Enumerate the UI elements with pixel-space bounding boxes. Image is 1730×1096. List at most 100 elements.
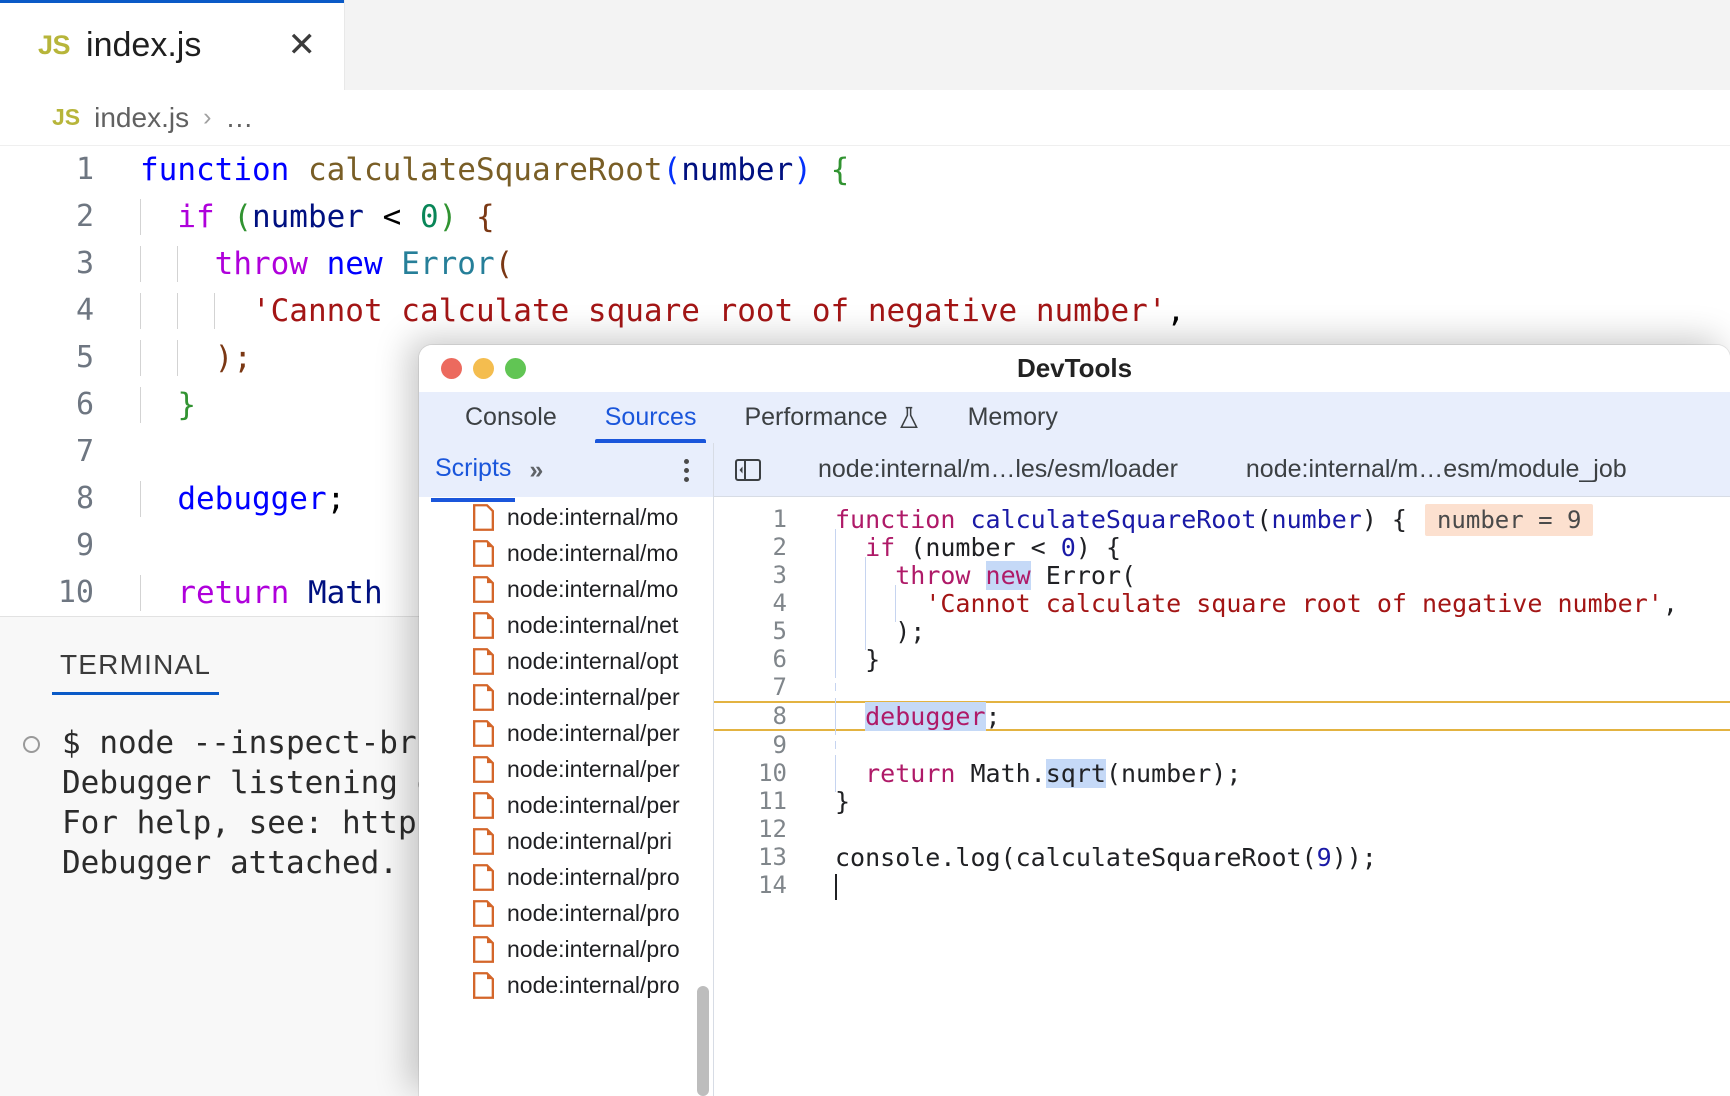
window-title: DevTools xyxy=(1016,353,1133,383)
navigator-pane: Scripts » node:internal/mo node:internal… xyxy=(419,443,714,1096)
source-tab-loader[interactable]: node:internal/m…les/esm/loader xyxy=(784,455,1212,484)
line-content: } xyxy=(128,386,196,423)
line-number: 10 xyxy=(758,759,787,787)
tab-terminal[interactable]: TERMINAL xyxy=(52,649,220,695)
devtools-titlebar[interactable]: DevTools xyxy=(419,345,1730,392)
chevron-double-right-icon[interactable]: » xyxy=(529,456,543,485)
code-line: 4 'Cannot calculate square root of negat… xyxy=(714,584,1730,622)
maximize-window-icon[interactable] xyxy=(505,358,526,379)
line-content: ); xyxy=(809,612,925,650)
line-number: 5 xyxy=(772,617,787,645)
code-line: 9 xyxy=(714,731,1730,759)
file-icon xyxy=(473,611,494,639)
line-number: 6 xyxy=(772,645,787,673)
file-icon xyxy=(473,719,494,747)
code-line: 7 xyxy=(714,673,1730,701)
list-item[interactable]: node:internal/pri xyxy=(419,823,713,859)
line-number: 4 xyxy=(772,589,787,617)
scrollbar-thumb[interactable] xyxy=(697,986,709,1096)
screen-root: JS index.js ✕ JS index.js › … 1 function … xyxy=(0,0,1730,1096)
file-icon xyxy=(473,503,494,531)
code-line: 2 if (number < 0) { xyxy=(714,528,1730,566)
file-icon xyxy=(473,575,494,603)
editor-tab-label: index.js xyxy=(86,25,202,64)
tab-sources[interactable]: Sources xyxy=(581,392,721,443)
line-number: 8 xyxy=(772,702,787,730)
line-number: 9 xyxy=(772,731,787,759)
devtools-tab-bar: Console Sources Performance Memory xyxy=(419,392,1730,443)
code-line: 14 xyxy=(714,871,1730,900)
paused-code-line: 8 debugger; xyxy=(714,697,1730,735)
devtools-body: Scripts » node:internal/mo node:internal… xyxy=(419,443,1730,1096)
code-line: 1 function calculateSquareRoot(number) {n… xyxy=(714,503,1730,536)
inline-value-badge: number = 9 xyxy=(1424,503,1594,536)
list-item[interactable]: node:internal/pro xyxy=(419,931,713,967)
file-icon xyxy=(473,863,494,891)
tab-console[interactable]: Console xyxy=(441,392,581,443)
script-file-list[interactable]: node:internal/mo node:internal/mo node:i… xyxy=(419,497,713,1096)
collapse-sidebar-icon[interactable] xyxy=(728,454,768,486)
editor-tab-bar: JS index.js ✕ xyxy=(0,0,1730,90)
line-content: debugger; xyxy=(809,697,1001,735)
line-content: function calculateSquareRoot(number) {nu… xyxy=(809,503,1594,536)
list-item[interactable]: node:internal/opt xyxy=(419,643,713,679)
line-content: throw new Error( xyxy=(809,556,1136,594)
line-number: 3 xyxy=(75,246,94,281)
devtools-code-viewer[interactable]: 1 function calculateSquareRoot(number) {n… xyxy=(714,497,1730,1096)
tab-performance[interactable]: Performance xyxy=(720,392,943,443)
list-item[interactable]: node:internal/mo xyxy=(419,571,713,607)
source-tab-bar: node:internal/m…les/esm/loader node:inte… xyxy=(714,443,1730,497)
code-line: 12 xyxy=(714,815,1730,843)
line-number: 3 xyxy=(772,561,787,589)
tab-memory[interactable]: Memory xyxy=(944,392,1082,443)
flask-icon xyxy=(899,406,918,428)
list-item[interactable]: node:internal/pro xyxy=(419,895,713,931)
line-number: 14 xyxy=(758,871,787,899)
list-item[interactable]: node:internal/net xyxy=(419,607,713,643)
js-file-icon: JS xyxy=(52,104,81,130)
breadcrumb-more[interactable]: … xyxy=(225,102,254,134)
close-window-icon[interactable] xyxy=(441,358,462,379)
terminal-line-text: Debugger attached. xyxy=(62,845,398,881)
line-number: 11 xyxy=(758,787,787,815)
breadcrumb-filename[interactable]: index.js xyxy=(94,102,189,134)
line-number: 2 xyxy=(75,199,94,234)
terminal-line-text: Debugger listening o xyxy=(62,765,436,801)
file-icon xyxy=(473,755,494,783)
list-item[interactable]: node:internal/per xyxy=(419,679,713,715)
line-number: 8 xyxy=(75,481,94,516)
line-content xyxy=(809,871,837,900)
line-number: 5 xyxy=(75,340,94,375)
close-icon[interactable]: ✕ xyxy=(258,28,317,62)
code-line: 6 } xyxy=(714,640,1730,678)
file-icon xyxy=(473,539,494,567)
list-item[interactable]: node:internal/pro xyxy=(419,967,713,1003)
line-number: 6 xyxy=(75,387,94,422)
list-item[interactable]: node:internal/mo xyxy=(419,535,713,571)
list-item[interactable]: node:internal/mo xyxy=(419,499,713,535)
code-line: 1 function calculateSquareRoot(number) { xyxy=(0,146,1730,193)
code-line: 3 throw new Error( xyxy=(0,240,1730,287)
navigator-tab-scripts[interactable]: Scripts xyxy=(430,454,516,502)
line-content: return Math xyxy=(128,574,383,611)
selected-token: sqrt xyxy=(1045,758,1106,788)
editor-tab-index-js[interactable]: JS index.js ✕ xyxy=(0,0,345,90)
list-item[interactable]: node:internal/per xyxy=(419,787,713,823)
terminal-line-text: For help, see: https xyxy=(62,805,436,841)
breadcrumb: JS index.js › … xyxy=(0,90,1730,146)
list-item[interactable]: node:internal/pro xyxy=(419,859,713,895)
line-number: 4 xyxy=(75,293,94,328)
code-line: 5 ); xyxy=(714,612,1730,650)
line-content: } xyxy=(835,786,851,816)
line-content: console.log(calculateSquareRoot(9)); xyxy=(835,842,1377,872)
chevron-right-icon: › xyxy=(203,103,212,131)
code-line: 2 if (number < 0) { xyxy=(0,193,1730,240)
line-content: function calculateSquareRoot(number) { xyxy=(140,151,850,188)
list-item[interactable]: node:internal/per xyxy=(419,715,713,751)
list-item[interactable]: node:internal/per xyxy=(419,751,713,787)
file-icon xyxy=(473,899,494,927)
source-tab-module-job[interactable]: node:internal/m…esm/module_job xyxy=(1212,455,1661,484)
code-line: 13 console.log(calculateSquareRoot(9)); xyxy=(714,842,1730,872)
kebab-menu-icon[interactable] xyxy=(676,453,697,488)
minimize-window-icon[interactable] xyxy=(473,358,494,379)
